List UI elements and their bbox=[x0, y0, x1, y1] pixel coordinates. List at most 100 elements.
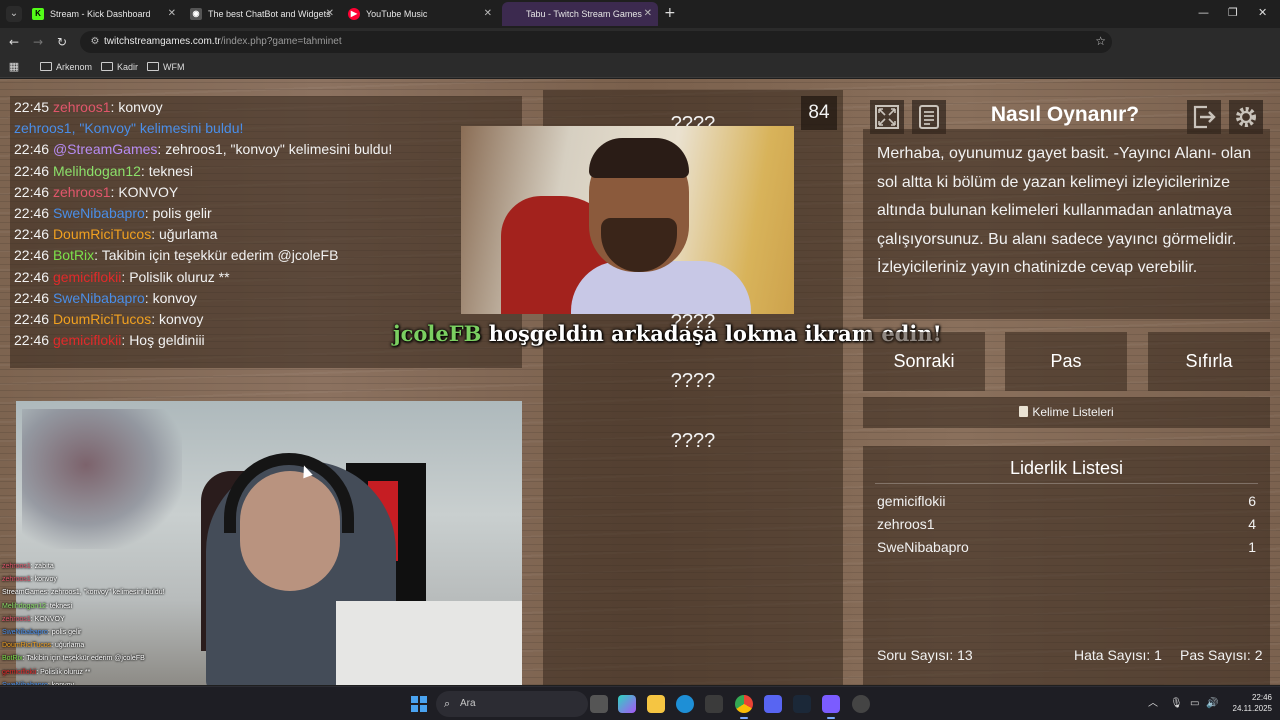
tab-tabu-game[interactable]: Tabu - Twitch Stream Games ✕ bbox=[502, 2, 658, 26]
chat-separator: : bbox=[151, 311, 159, 327]
discord-icon[interactable] bbox=[764, 695, 782, 713]
tab-label: YouTube Music bbox=[366, 9, 428, 19]
desk bbox=[336, 601, 522, 685]
tab-youtube-music[interactable]: ▶ YouTube Music ✕ bbox=[342, 2, 498, 26]
overlay-chat-message: SweNibabapro: konvoy bbox=[2, 682, 74, 685]
tab-search-button[interactable]: ⌄ bbox=[6, 6, 22, 22]
chat-time: 22:45 bbox=[14, 99, 50, 115]
folder-icon bbox=[101, 62, 113, 71]
chat-separator: : bbox=[94, 247, 102, 264]
url-text: twitchstreamgames.com.tr/index.php?game=… bbox=[104, 31, 342, 53]
overlay-chat-text: : uğurlama bbox=[51, 642, 85, 650]
close-icon[interactable]: ✕ bbox=[168, 2, 176, 26]
address-bar: ← → ↻ ⚙ twitchstreamgames.com.tr/index.p… bbox=[0, 28, 1280, 76]
close-window-icon[interactable]: ✕ bbox=[1258, 6, 1267, 20]
overlay-chat-message: StreamGames: zehroos1, "konvoy" kelimesi… bbox=[2, 589, 165, 596]
minimize-icon[interactable]: — bbox=[1198, 6, 1209, 20]
chrome-icon[interactable] bbox=[735, 695, 753, 719]
forward-icon[interactable]: → bbox=[30, 34, 46, 50]
site-info-icon[interactable]: ⚙ bbox=[88, 35, 102, 49]
chat-message: 22:46 zehroos1: KONVOY bbox=[14, 184, 178, 200]
close-icon[interactable]: ✕ bbox=[326, 2, 334, 26]
tab-label: Tabu - Twitch Stream Games bbox=[526, 9, 642, 19]
chat-message: 22:46 gemiciflokii: Polislik oluruz ** bbox=[14, 269, 230, 285]
windows-start-button[interactable] bbox=[411, 696, 427, 712]
tab-label: The best ChatBot and Widgets bbox=[208, 9, 331, 19]
chat-username: DoumRiciTucos bbox=[52, 311, 152, 327]
edge-icon[interactable] bbox=[676, 695, 694, 713]
chat-time: 22:46 bbox=[14, 205, 50, 221]
tab-kick-dashboard[interactable]: K Stream - Kick Dashboard ✕ bbox=[26, 2, 182, 26]
apps-grid-icon[interactable]: ▦ bbox=[6, 59, 22, 75]
folder-icon bbox=[147, 62, 159, 71]
chat-time: 22:46 bbox=[14, 141, 50, 158]
overlay-chat-text: : konvoy bbox=[30, 576, 57, 584]
chat-text: KONVOY bbox=[118, 183, 179, 200]
chat-username: Melihdogan12 bbox=[52, 162, 141, 179]
overlay-chat-message: Melihdogan12: teknesi bbox=[2, 603, 72, 610]
overlay-chat-message: DoumRiciTucos: uğurlama bbox=[2, 642, 84, 649]
overlay-chat-text: : polis gelir bbox=[47, 629, 82, 636]
volume-icon[interactable]: 🔊 bbox=[1206, 697, 1218, 711]
overlay-chat-message: gemiciflokii: Polislik oluruz ** bbox=[2, 669, 90, 676]
follower-name: jcoleFB bbox=[393, 321, 482, 346]
chat-message: 22:46 Melihdogan12: teknesi bbox=[14, 163, 193, 179]
bookmark-label: Kadir bbox=[117, 62, 139, 72]
overlay-chat-username: Melihdogan12 bbox=[2, 602, 46, 610]
chat-text: konvoy bbox=[152, 289, 197, 306]
tab-chatbot-widgets[interactable]: ◉ The best ChatBot and Widgets ✕ bbox=[184, 2, 340, 26]
chevron-up-icon[interactable]: ︿ bbox=[1148, 697, 1158, 711]
pass-count: Pas Sayısı: 2 bbox=[1180, 647, 1263, 663]
game-page: 22:45 zehroos1: konvoy zehroos1, "Konvoy"… bbox=[0, 79, 1280, 685]
bookmark-star-icon[interactable]: ☆ bbox=[1095, 34, 1106, 48]
microphone-icon[interactable]: 🎙 bbox=[1170, 697, 1183, 711]
bookmark-folder-wfm[interactable]: WFM bbox=[147, 60, 185, 74]
chat-username: zehroos1 bbox=[52, 183, 111, 200]
taskbar-search[interactable]: ⌕ Ara bbox=[436, 691, 588, 717]
maximize-icon[interactable]: ❐ bbox=[1228, 6, 1238, 20]
close-icon[interactable]: ✕ bbox=[484, 2, 492, 26]
follow-alert-image bbox=[461, 126, 794, 314]
globe-icon: ◉ bbox=[190, 8, 202, 20]
url-field[interactable]: ⚙ twitchstreamgames.com.tr/index.php?gam… bbox=[80, 31, 1112, 53]
bookmark-folder-arkenom[interactable]: Arkenom bbox=[40, 60, 92, 74]
overlay-chat-username: DoumRiciTucos bbox=[2, 642, 52, 650]
file-explorer-icon[interactable] bbox=[647, 695, 665, 713]
kick-icon: K bbox=[32, 8, 44, 20]
player-score: 4 bbox=[1248, 516, 1256, 532]
bookmark-folder-kadir[interactable]: Kadir bbox=[101, 60, 138, 74]
chat-message: 22:45 zehroos1: konvoy bbox=[14, 99, 163, 115]
steam-icon[interactable] bbox=[793, 695, 811, 713]
pass-button[interactable]: Pas bbox=[1005, 332, 1127, 391]
chat-time: 22:46 bbox=[14, 332, 50, 349]
player-name: gemiciflokii bbox=[877, 493, 946, 509]
reload-icon[interactable]: ↻ bbox=[54, 34, 70, 50]
network-icon[interactable]: ▭ bbox=[1190, 697, 1199, 711]
task-view-icon[interactable] bbox=[590, 695, 608, 713]
store-icon[interactable] bbox=[705, 695, 723, 713]
word-lists-button[interactable]: Kelime Listeleri bbox=[863, 397, 1270, 428]
search-placeholder: Ara bbox=[460, 698, 476, 709]
close-icon[interactable]: ✕ bbox=[644, 2, 652, 26]
chat-username: @StreamGames bbox=[52, 141, 158, 158]
chat-message: 22:46 SweNibabapro: polis gelir bbox=[14, 205, 212, 221]
player-score: 1 bbox=[1248, 539, 1256, 555]
error-count: Hata Sayısı: 1 bbox=[1074, 647, 1162, 663]
back-icon[interactable]: ← bbox=[6, 34, 22, 50]
folder-icon bbox=[40, 62, 52, 71]
chat-time: 22:46 bbox=[14, 311, 50, 327]
obs-icon[interactable] bbox=[822, 695, 840, 719]
overlay-chat-username: zehroos1 bbox=[2, 615, 31, 623]
taskbar-clock[interactable]: 22:46 24.11.2025 bbox=[1222, 692, 1272, 714]
tab-strip: ⌄ K Stream - Kick Dashboard ✕ ◉ The best… bbox=[0, 0, 1280, 28]
app-icon[interactable] bbox=[852, 695, 870, 713]
reset-button[interactable]: Sıfırla bbox=[1148, 332, 1270, 391]
tab-label: Stream - Kick Dashboard bbox=[50, 9, 151, 19]
copilot-icon[interactable] bbox=[618, 695, 636, 713]
next-button[interactable]: Sonraki bbox=[863, 332, 985, 391]
new-tab-button[interactable]: + bbox=[664, 6, 676, 20]
chat-message: 22:46 DoumRiciTucos: konvoy bbox=[14, 311, 203, 327]
shirt bbox=[571, 261, 751, 314]
bookmarks-bar: ▦ Arkenom Kadir WFM bbox=[0, 56, 1280, 78]
overlay-chat-username: BotRix bbox=[2, 655, 23, 663]
